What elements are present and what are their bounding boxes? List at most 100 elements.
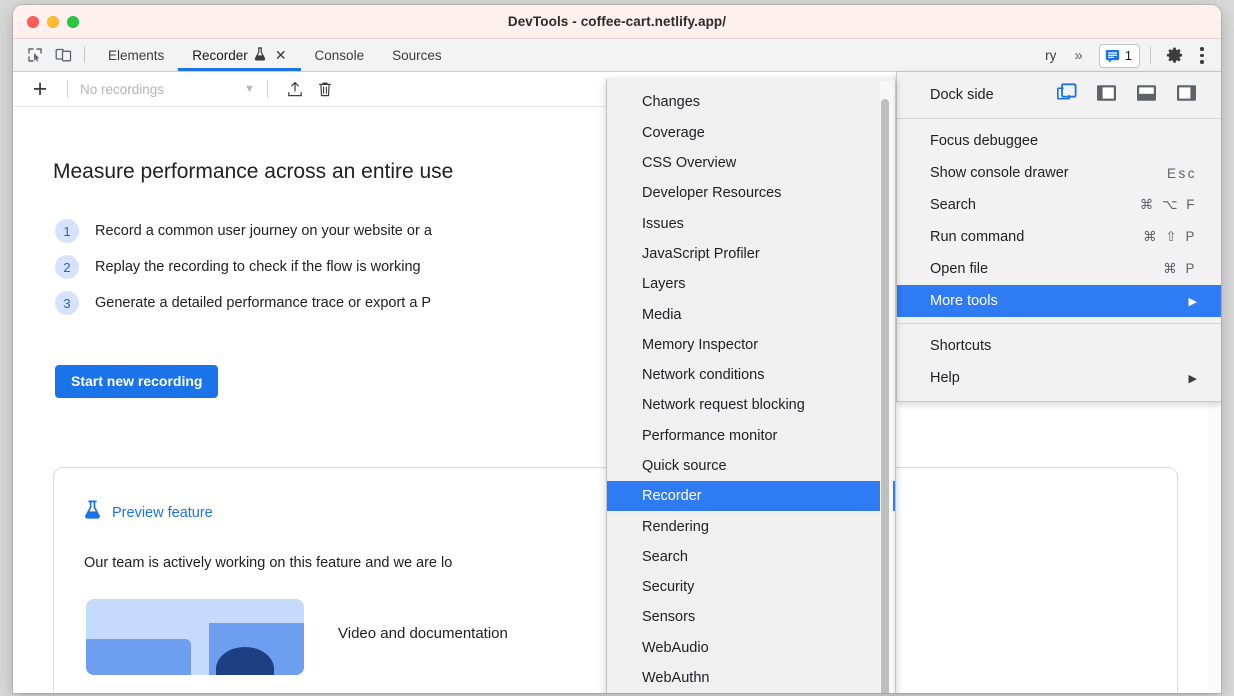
issues-icon bbox=[1105, 49, 1120, 63]
step-number-badge: 2 bbox=[55, 255, 79, 279]
submenu-item-javascript-profiler[interactable]: JavaScript Profiler bbox=[607, 239, 895, 269]
traffic-light-buttons[interactable] bbox=[27, 16, 79, 28]
upload-icon[interactable] bbox=[280, 81, 310, 98]
menu-item-search[interactable]: Search ⌘ ⌥ F bbox=[897, 189, 1221, 221]
submenu-item-animations[interactable]: Animations bbox=[607, 79, 895, 87]
step-text: Generate a detailed performance trace or… bbox=[95, 295, 431, 311]
close-window-button[interactable] bbox=[27, 16, 39, 28]
submenu-item-label: Media bbox=[642, 307, 682, 323]
submenu-item-network-conditions[interactable]: Network conditions bbox=[607, 360, 895, 390]
menu-item-help[interactable]: Help ▶ bbox=[897, 362, 1221, 394]
dock-side-label: Dock side bbox=[930, 87, 994, 103]
menu-item-label: Show console drawer bbox=[930, 165, 1069, 181]
menu-item-open-file[interactable]: Open file ⌘ P bbox=[897, 253, 1221, 285]
submenu-item-label: Rendering bbox=[642, 519, 709, 535]
submenu-item-issues[interactable]: Issues bbox=[607, 208, 895, 238]
submenu-item-sensors[interactable]: Sensors bbox=[607, 602, 895, 632]
recordings-select[interactable]: No recordings bbox=[80, 82, 230, 97]
submenu-item-performance-monitor[interactable]: Performance monitor bbox=[607, 421, 895, 451]
menu-item-label: Shortcuts bbox=[930, 338, 991, 354]
submenu-item-quick-source[interactable]: Quick source bbox=[607, 451, 895, 481]
undock-into-separate-window-icon[interactable] bbox=[1056, 83, 1077, 107]
tab-recorder[interactable]: Recorder ✕ bbox=[178, 39, 300, 71]
toolbar-divider-2 bbox=[1150, 47, 1151, 64]
tab-elements[interactable]: Elements bbox=[94, 39, 178, 71]
menu-item-more-tools[interactable]: More tools ▶ bbox=[897, 285, 1221, 317]
inspect-element-icon[interactable] bbox=[21, 42, 49, 68]
tab-console[interactable]: Console bbox=[301, 39, 379, 71]
tab-sources[interactable]: Sources bbox=[378, 39, 456, 71]
submenu-item-webaudio[interactable]: WebAudio bbox=[607, 633, 895, 663]
menu-item-accelerator: Esc bbox=[1167, 166, 1197, 181]
submenu-scrollbar-thumb[interactable] bbox=[881, 99, 889, 693]
submenu-item-changes[interactable]: Changes bbox=[607, 87, 895, 117]
menu-item-run-command[interactable]: Run command ⌘ ⇧ P bbox=[897, 221, 1221, 253]
tab-elements-label: Elements bbox=[108, 48, 164, 63]
issues-badge[interactable]: 1 bbox=[1099, 44, 1140, 68]
maximize-window-button[interactable] bbox=[67, 16, 79, 28]
submenu-item-label: Layers bbox=[642, 276, 686, 292]
submenu-item-label: Network request blocking bbox=[642, 397, 805, 413]
gear-icon[interactable] bbox=[1161, 43, 1187, 69]
device-toolbar-icon[interactable] bbox=[49, 42, 77, 68]
menu-item-accelerator: ⌘ ⌥ F bbox=[1140, 197, 1197, 213]
submenu-item-search[interactable]: Search bbox=[607, 542, 895, 572]
step-number-badge: 1 bbox=[55, 219, 79, 243]
list-item: 2 Replay the recording to check if the f… bbox=[55, 249, 432, 285]
submenu-item-developer-resources[interactable]: Developer Resources bbox=[607, 178, 895, 208]
submenu-item-label: Search bbox=[642, 549, 688, 565]
chevron-down-icon[interactable]: ▼ bbox=[244, 83, 255, 95]
more-tools-submenu: AnimationsChangesCoverageCSS OverviewDev… bbox=[606, 79, 896, 693]
devtools-body: Elements Recorder ✕ Console bbox=[13, 39, 1221, 693]
submenu-item-label: Performance monitor bbox=[642, 428, 777, 444]
flask-icon bbox=[84, 500, 101, 525]
submenu-item-media[interactable]: Media bbox=[607, 299, 895, 329]
submenu-item-recorder[interactable]: Recorder bbox=[607, 481, 895, 511]
submenu-item-css-overview[interactable]: CSS Overview bbox=[607, 148, 895, 178]
menu-item-accelerator: ⌘ P bbox=[1163, 261, 1197, 277]
submenu-item-webauthn[interactable]: WebAuthn bbox=[607, 663, 895, 693]
menu-item-label: Run command bbox=[930, 229, 1024, 245]
menu-item-label: Open file bbox=[930, 261, 988, 277]
more-tools-submenu-list: AnimationsChangesCoverageCSS OverviewDev… bbox=[607, 79, 895, 693]
menu-item-focus-debuggee[interactable]: Focus debuggee bbox=[897, 125, 1221, 157]
dock-to-right-icon[interactable] bbox=[1176, 84, 1197, 107]
issues-count: 1 bbox=[1125, 48, 1132, 63]
menu-item-show-console-drawer[interactable]: Show console drawer Esc bbox=[897, 157, 1221, 189]
submenu-scrollbar-track[interactable] bbox=[880, 81, 893, 693]
tab-memory-label: ry bbox=[1045, 48, 1056, 63]
menu-divider-2 bbox=[897, 323, 1221, 324]
video-thumbnail[interactable] bbox=[86, 599, 304, 675]
flask-icon bbox=[254, 47, 266, 64]
tab-recorder-label: Recorder bbox=[192, 48, 248, 63]
tab-recorder-close-icon[interactable]: ✕ bbox=[275, 48, 287, 62]
step-text: Record a common user journey on your web… bbox=[95, 223, 432, 239]
submenu-item-layers[interactable]: Layers bbox=[607, 269, 895, 299]
menu-item-label: More tools bbox=[930, 293, 998, 309]
tab-console-label: Console bbox=[315, 48, 365, 63]
submenu-item-security[interactable]: Security bbox=[607, 572, 895, 602]
trash-icon[interactable] bbox=[310, 81, 340, 98]
tab-memory-partial[interactable]: ry bbox=[1039, 40, 1062, 72]
submenu-item-rendering[interactable]: Rendering bbox=[607, 511, 895, 541]
kebab-menu-icon[interactable] bbox=[1189, 43, 1215, 69]
step-text: Replay the recording to check if the flo… bbox=[95, 259, 421, 275]
recorder-toolbar-divider bbox=[67, 80, 68, 98]
submenu-item-network-request-blocking[interactable]: Network request blocking bbox=[607, 390, 895, 420]
window-titlebar: DevTools - coffee-cart.netlify.app/ bbox=[13, 5, 1221, 39]
tabstrip-overflow-icon[interactable]: » bbox=[1064, 47, 1092, 64]
submenu-item-label: Memory Inspector bbox=[642, 337, 758, 353]
dock-to-bottom-icon[interactable] bbox=[1136, 84, 1157, 107]
start-new-recording-button[interactable]: Start new recording bbox=[55, 365, 218, 398]
window-title: DevTools - coffee-cart.netlify.app/ bbox=[13, 14, 1221, 29]
step-number-badge: 3 bbox=[55, 291, 79, 315]
submenu-item-coverage[interactable]: Coverage bbox=[607, 118, 895, 148]
submenu-arrow-icon: ▶ bbox=[1189, 372, 1197, 385]
menu-item-accelerator: ⌘ ⇧ P bbox=[1143, 229, 1197, 245]
list-item: 1 Record a common user journey on your w… bbox=[55, 213, 432, 249]
add-recording-button[interactable]: + bbox=[25, 77, 55, 102]
dock-to-left-icon[interactable] bbox=[1096, 84, 1117, 107]
menu-item-shortcuts[interactable]: Shortcuts bbox=[897, 330, 1221, 362]
minimize-window-button[interactable] bbox=[47, 16, 59, 28]
submenu-item-memory-inspector[interactable]: Memory Inspector bbox=[607, 330, 895, 360]
